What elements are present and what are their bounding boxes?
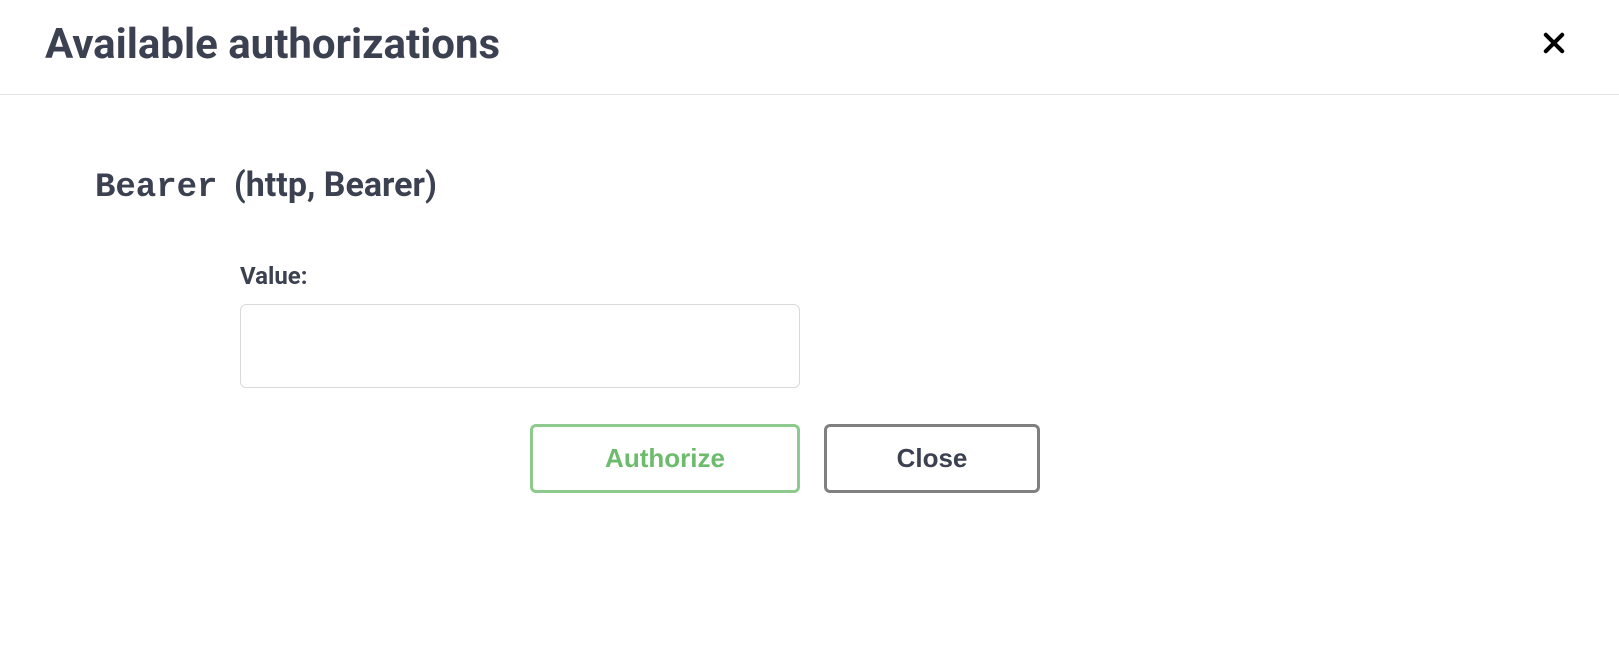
auth-scheme-title: Bearer (http, Bearer) [95,165,1524,207]
button-row: Authorize Close [240,424,1524,493]
authorization-modal: Available authorizations Bearer (http, B… [0,0,1619,533]
value-input[interactable] [240,304,800,388]
close-button[interactable]: Close [824,424,1040,493]
modal-body: Bearer (http, Bearer) Value: Authorize C… [0,95,1619,533]
value-label: Value: [240,262,1524,290]
auth-form: Value: Authorize Close [95,262,1524,493]
auth-scheme-type: (http, Bearer) [234,165,437,205]
modal-title: Available authorizations [45,20,500,69]
authorize-button[interactable]: Authorize [530,424,800,493]
close-icon[interactable] [1534,27,1574,63]
modal-header: Available authorizations [0,0,1619,95]
auth-scheme-name: Bearer [95,169,217,207]
